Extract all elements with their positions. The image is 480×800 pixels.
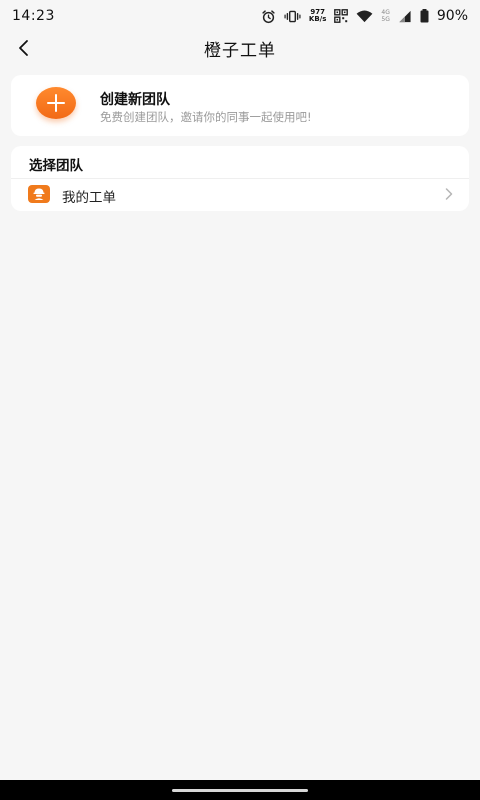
alarm-icon <box>261 9 276 24</box>
network-speed-unit: KB/s <box>308 15 327 23</box>
team-item-label: 我的工单 <box>62 190 116 206</box>
battery-icon <box>420 9 429 23</box>
page-title: 橙子工单 <box>204 40 276 61</box>
status-icons: 977 KB/s 4G 5G 90% <box>261 8 468 24</box>
select-team-title: 选择团队 <box>29 158 83 174</box>
create-team-card[interactable]: 创建新团队 免费创建团队，邀请你的同事一起使用吧! <box>11 75 469 136</box>
status-bar: 14:23 977 KB/s 4G 5G 90% <box>0 0 480 32</box>
app-screen: 14:23 977 KB/s 4G 5G 90% 橙子工单 创建新团队 免费创建… <box>0 0 480 800</box>
home-indicator[interactable] <box>172 789 308 792</box>
network-generation: 4G 5G <box>381 9 389 23</box>
select-team-card: 选择团队 我的工单 <box>11 146 469 211</box>
create-team-title: 创建新团队 <box>100 92 170 108</box>
wifi-icon <box>356 9 373 23</box>
signal-icon <box>398 10 412 23</box>
chevron-right-icon <box>443 188 455 200</box>
system-nav-bar <box>0 780 480 800</box>
back-button[interactable] <box>10 34 38 62</box>
battery-percent: 90% <box>436 8 468 24</box>
vibrate-icon <box>284 10 301 23</box>
qr-icon <box>334 9 349 23</box>
status-time: 14:23 <box>12 8 55 24</box>
chevron-left-icon <box>19 40 28 56</box>
team-item-my-orders[interactable]: 我的工单 <box>11 179 469 211</box>
plus-icon <box>36 87 76 119</box>
network-speed: 977 KB/s <box>309 9 326 23</box>
page-header: 橙子工单 <box>0 32 480 64</box>
network-generation-top: 4G <box>381 9 390 16</box>
network-generation-bottom: 5G <box>381 16 390 23</box>
create-team-subtitle: 免费创建团队，邀请你的同事一起使用吧! <box>100 110 312 124</box>
worker-icon <box>28 185 50 203</box>
